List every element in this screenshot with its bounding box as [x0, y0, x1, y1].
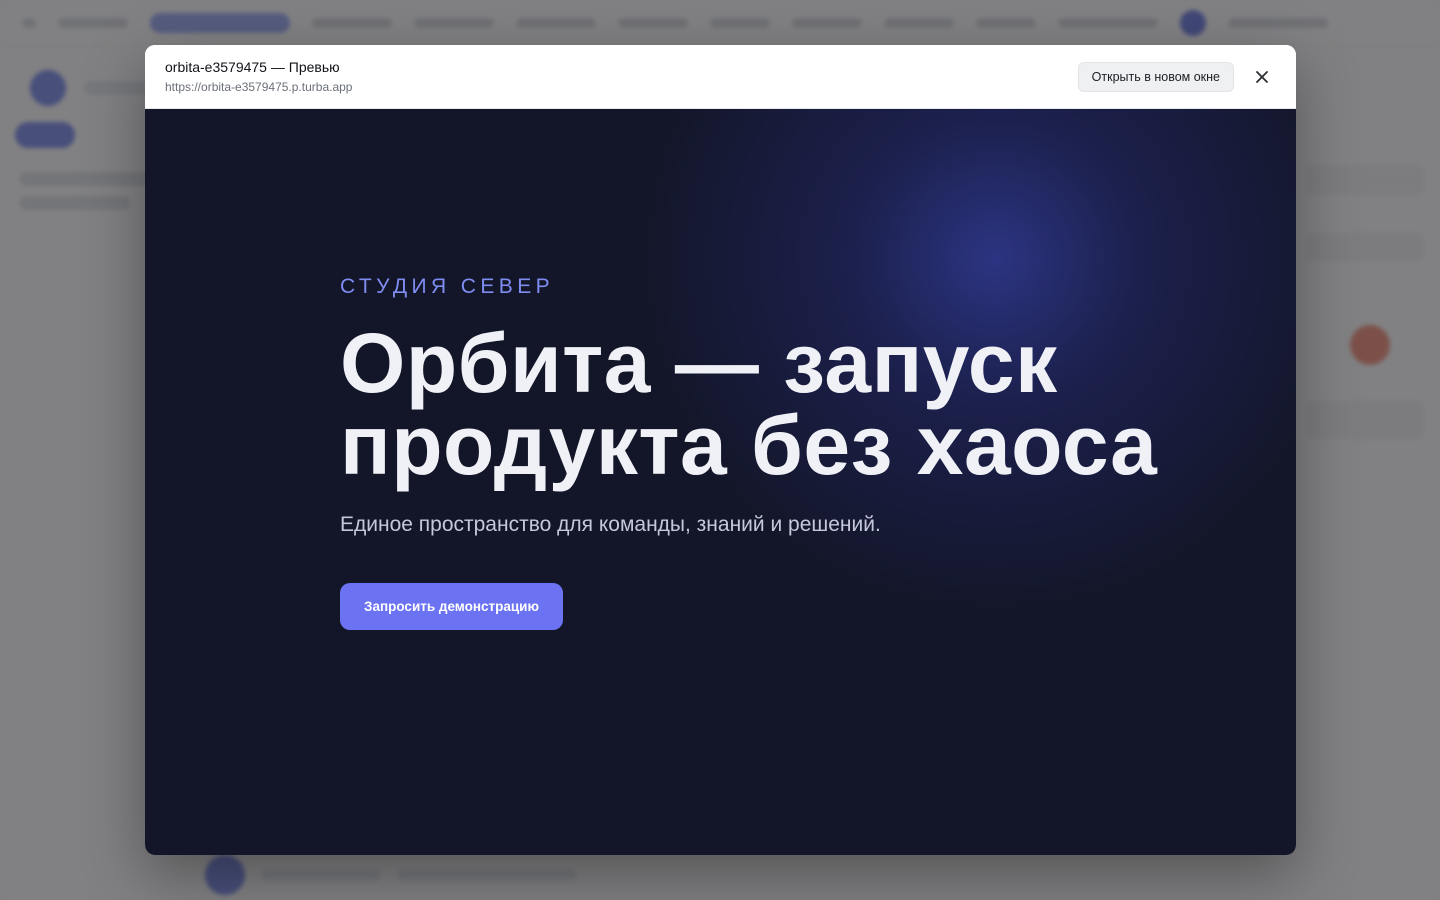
hero-eyebrow: СТУДИЯ СЕВЕР	[340, 275, 555, 298]
modal-header-actions: Открыть в новом окне	[1077, 61, 1276, 92]
modal-header: orbita-e3579475 — Превью https://orbita-…	[145, 45, 1296, 109]
request-demo-button[interactable]: Запросить демонстрацию	[340, 583, 564, 630]
hero-headline: Орбита — запуск продукта без хаоса	[340, 316, 1158, 492]
hero-subhead: Единое пространство для команды, знаний …	[340, 513, 881, 536]
close-button[interactable]	[1248, 63, 1276, 91]
preview-modal: orbita-e3579475 — Превью https://orbita-…	[145, 45, 1296, 855]
open-in-new-window-button[interactable]: Открыть в новом окне	[1077, 61, 1234, 92]
preview-frame: СТУДИЯ СЕВЕР Орбита — запуск продукта бе…	[145, 109, 1296, 855]
modal-title: orbita-e3579475 — Превью	[165, 59, 340, 75]
close-icon	[1256, 70, 1268, 83]
hero-section: СТУДИЯ СЕВЕР Орбита — запуск продукта бе…	[340, 274, 1160, 630]
modal-header-text: orbita-e3579475 — Превью https://orbita-…	[165, 59, 352, 94]
modal-url: https://orbita-e3579475.p.turba.app	[165, 80, 353, 94]
